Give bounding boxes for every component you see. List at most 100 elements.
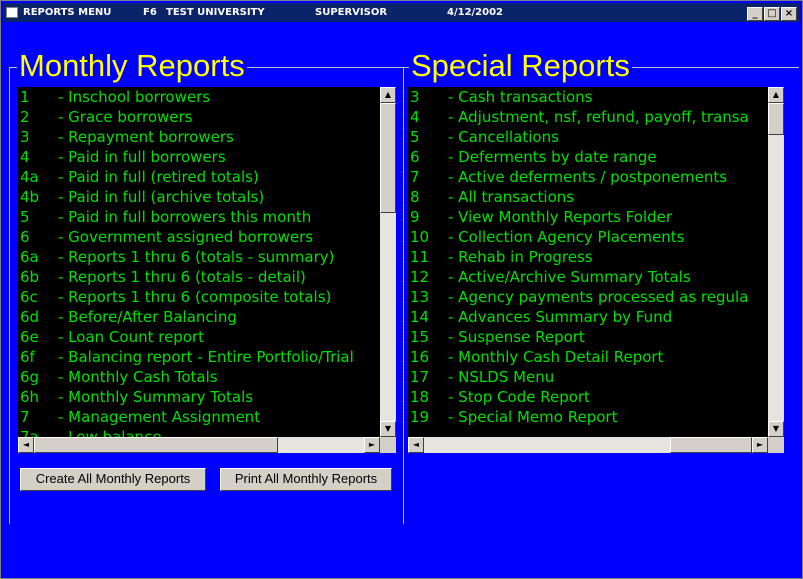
report-number: 12 (410, 268, 430, 286)
horizontal-scroll-thumb[interactable] (670, 437, 752, 453)
report-number: 6h (20, 388, 40, 406)
report-label: - Before/After Balancing (58, 308, 237, 326)
vertical-scroll-thumb[interactable] (380, 103, 396, 213)
report-number: 16 (410, 348, 430, 366)
report-label: - Paid in full borrowers (58, 148, 226, 166)
report-label: - Balancing report - Entire Portfolio/Tr… (58, 348, 354, 366)
scroll-right-button[interactable]: ► (364, 437, 380, 453)
report-number: 3 (20, 128, 30, 146)
restore-button[interactable]: □ (764, 7, 780, 21)
report-label: - Collection Agency Placements (448, 228, 685, 246)
close-button[interactable]: × (781, 7, 797, 21)
report-label: - Deferments by date range (448, 148, 657, 166)
right-arrow-icon: ► (368, 440, 376, 449)
left-arrow-icon: ◄ (22, 440, 30, 449)
report-number: 4b (20, 188, 40, 206)
report-label: - Reports 1 thru 6 (totals - summary) (58, 248, 335, 266)
window-title: REPORTS MENU (23, 7, 112, 18)
report-label: - Reports 1 thru 6 (composite totals) (58, 288, 332, 306)
left-arrow-icon: ◄ (412, 440, 420, 449)
report-label: - Stop Code Report (448, 388, 590, 406)
reports-menu-window: REPORTS MENU F6 TEST UNIVERSITY SUPERVIS… (0, 0, 803, 579)
report-number: 11 (410, 248, 430, 266)
client-area: Monthly Reports 1 - Inschool borrowers 2 - … (3, 23, 800, 576)
session-date: 4/12/2002 (447, 7, 504, 18)
report-number: 13 (410, 288, 430, 306)
scroll-up-button[interactable]: ▲ (768, 87, 784, 103)
special-reports-title: Special Reports (409, 48, 632, 83)
report-label: - Government assigned borrowers (58, 228, 314, 246)
report-label: - Rehab in Progress (448, 248, 593, 266)
minimize-button[interactable]: _ (747, 7, 763, 21)
scroll-down-button[interactable]: ▼ (768, 421, 784, 437)
report-number: 3 (410, 88, 420, 106)
report-number: 4a (20, 168, 39, 186)
special-vertical-scrollbar[interactable]: ▲ ▼ (768, 87, 784, 437)
monthly-horizontal-scrollbar[interactable]: ◄ ► (18, 437, 380, 453)
close-icon: × (784, 8, 794, 19)
report-number: 6a (20, 248, 39, 266)
report-label: - Reports 1 thru 6 (totals - detail) (58, 268, 306, 286)
report-number: 14 (410, 308, 430, 326)
report-number: 8 (410, 188, 420, 206)
minimize-icon: _ (752, 8, 758, 19)
up-arrow-icon: ▲ (772, 90, 780, 99)
report-number: 1 (20, 88, 30, 106)
report-number: 6e (20, 328, 39, 346)
report-number: 7 (410, 168, 420, 186)
down-arrow-icon: ▼ (772, 424, 780, 433)
right-arrow-icon: ► (756, 440, 764, 449)
report-number: 5 (20, 208, 30, 226)
special-horizontal-scrollbar[interactable]: ◄ ► (408, 437, 768, 453)
report-number: 6g (20, 368, 40, 386)
report-number: 6 (20, 228, 30, 246)
report-label: - Cancellations (448, 128, 559, 146)
report-label: - Suspense Report (448, 328, 585, 346)
special-reports-list[interactable]: 3 - Cash transactions 4 - Adjustment, nsf, … (408, 87, 768, 453)
scrollbar-corner (380, 437, 396, 453)
monthly-reports-list[interactable]: 1 - Inschool borrowers 2 - Grace borrowers 3… (18, 87, 380, 453)
scroll-left-button[interactable]: ◄ (408, 437, 424, 453)
report-number: 6d (20, 308, 40, 326)
report-number: 6b (20, 268, 40, 286)
report-label: - Monthly Summary Totals (58, 388, 254, 406)
function-key-label: F6 (143, 7, 157, 18)
report-label: - Paid in full (retired totals) (58, 168, 259, 186)
create-all-monthly-reports-button[interactable]: Create All Monthly Reports (20, 468, 206, 491)
report-label: - Monthly Cash Totals (58, 368, 218, 386)
report-label: - Active/Archive Summary Totals (448, 268, 691, 286)
scroll-down-button[interactable]: ▼ (380, 421, 396, 437)
up-arrow-icon: ▲ (384, 90, 392, 99)
report-label: - Advances Summary by Fund (448, 308, 673, 326)
report-number: 18 (410, 388, 430, 406)
report-number: 7 (20, 408, 30, 426)
report-number: 19 (410, 408, 430, 426)
report-label: - NSLDS Menu (448, 368, 555, 386)
vertical-scroll-thumb[interactable] (768, 103, 784, 135)
report-label: - Management Assignment (58, 408, 261, 426)
report-label: - Cash transactions (448, 88, 593, 106)
monthly-reports-title: Monthly Reports (17, 48, 247, 83)
print-all-monthly-reports-button[interactable]: Print All Monthly Reports (220, 468, 392, 491)
report-label: - Monthly Cash Detail Report (448, 348, 664, 366)
report-label: - Grace borrowers (58, 108, 193, 126)
down-arrow-icon: ▼ (384, 424, 392, 433)
report-number: 6c (20, 288, 38, 306)
horizontal-scroll-thumb[interactable] (34, 437, 278, 453)
scroll-up-button[interactable]: ▲ (380, 87, 396, 103)
report-label: - Special Memo Report (448, 408, 618, 426)
report-label: - Repayment borrowers (58, 128, 234, 146)
user-role: SUPERVISOR (315, 7, 388, 18)
app-icon (6, 7, 18, 18)
report-label: - Paid in full borrowers this month (58, 208, 312, 226)
report-number: 10 (410, 228, 430, 246)
report-number: 17 (410, 368, 430, 386)
monthly-vertical-scrollbar[interactable]: ▲ ▼ (380, 87, 396, 437)
report-number: 6f (20, 348, 35, 366)
report-label: - All transactions (448, 188, 575, 206)
scroll-left-button[interactable]: ◄ (18, 437, 34, 453)
report-label: - Inschool borrowers (58, 88, 211, 106)
scroll-right-button[interactable]: ► (752, 437, 768, 453)
report-label: - Loan Count report (58, 328, 205, 346)
report-number: 15 (410, 328, 430, 346)
